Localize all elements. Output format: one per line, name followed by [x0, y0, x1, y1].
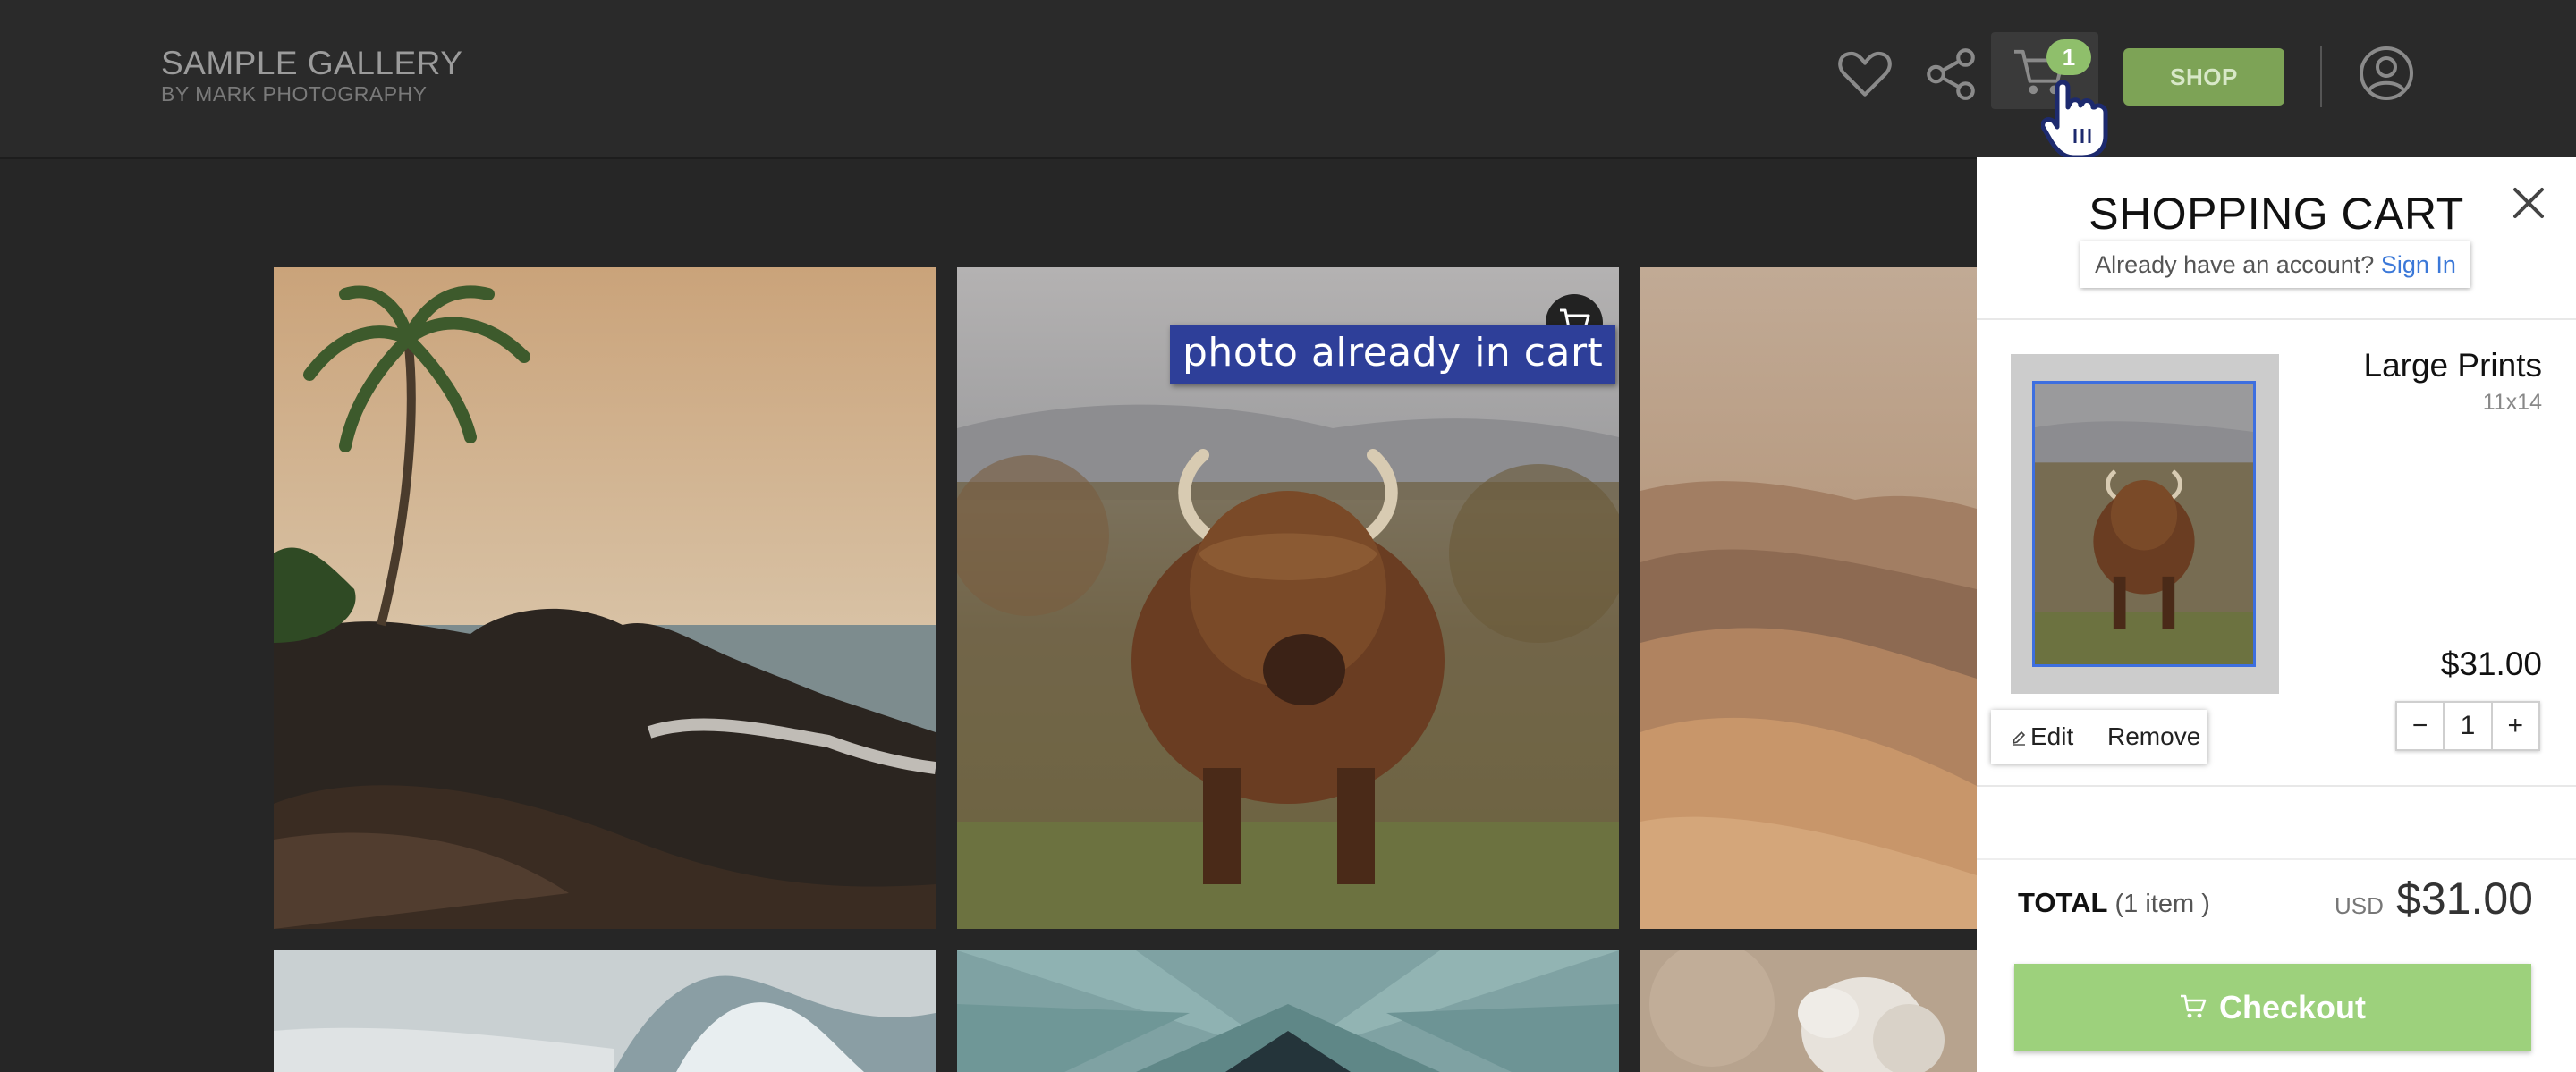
white-animal-photo[interactable]: [1640, 950, 1977, 1072]
cart-title: SHOPPING CART: [2089, 189, 2464, 239]
shop-button[interactable]: SHOP: [2123, 48, 2284, 106]
quantity-input[interactable]: 1: [2443, 703, 2493, 749]
total-amount: $31.00: [2396, 874, 2533, 924]
cart-icon: [2180, 994, 2207, 1018]
in-cart-tooltip: photo already in cart: [1170, 325, 1616, 384]
checkout-label: Checkout: [2218, 989, 2367, 1026]
heart-icon[interactable]: [1835, 45, 1894, 104]
total-currency: USD: [2334, 892, 2384, 919]
beach-palm-photo[interactable]: [274, 267, 936, 929]
top-bar: SAMPLE GALLERY BY MARK PHOTOGRAPHY 1 SHO…: [0, 0, 2576, 159]
total-text: TOTAL: [2018, 887, 2107, 918]
shopping-cart-panel: SHOPPING CART Already have an account? S…: [1977, 157, 2576, 1072]
cart-item-thumbnail[interactable]: [2011, 354, 2279, 694]
signin-prompt-text: Already have an account?: [2095, 251, 2375, 278]
desert-dunes-photo[interactable]: [1640, 267, 1977, 929]
succulent-photo[interactable]: [957, 950, 1619, 1072]
pencil-icon: [2012, 730, 2026, 746]
total-item-count: (1 item ): [2114, 890, 2210, 918]
cart-item-image[interactable]: [2032, 381, 2256, 667]
cart-item-price: $31.00: [2440, 646, 2542, 682]
divider: [1977, 785, 2576, 787]
total-label: TOTAL (1 item ): [2018, 887, 2210, 919]
cart-item-size: 11x14: [2482, 390, 2542, 415]
gallery-title[interactable]: SAMPLE GALLERY: [161, 45, 462, 82]
hand-cursor-icon: [2041, 80, 2108, 160]
edit-button[interactable]: Edit: [2011, 710, 2073, 764]
account-icon[interactable]: [2358, 45, 2415, 102]
increment-button[interactable]: +: [2493, 703, 2538, 749]
snowy-mountain-photo[interactable]: [274, 950, 936, 1072]
header-divider: [2320, 46, 2322, 107]
close-icon[interactable]: [2508, 182, 2549, 224]
divider: [1977, 318, 2576, 320]
divider: [1977, 858, 2576, 860]
cart-count-badge: 1: [2046, 39, 2091, 75]
signin-prompt: Already have an account? Sign In: [2080, 241, 2470, 288]
checkout-button[interactable]: Checkout: [2014, 964, 2531, 1051]
edit-label: Edit: [2030, 722, 2074, 750]
cart-item-name: Large Prints: [2363, 347, 2543, 384]
item-actions: Edit Remove: [1991, 710, 2207, 764]
signin-link[interactable]: Sign In: [2381, 251, 2456, 278]
quantity-stepper: − 1 +: [2395, 701, 2540, 751]
decrement-button[interactable]: −: [2397, 703, 2443, 749]
remove-button[interactable]: Remove: [2107, 710, 2200, 764]
highland-cow-photo[interactable]: photo already in cart: [957, 267, 1619, 929]
gallery-subtitle: BY MARK PHOTOGRAPHY: [161, 82, 428, 106]
share-icon[interactable]: [1921, 45, 1980, 104]
